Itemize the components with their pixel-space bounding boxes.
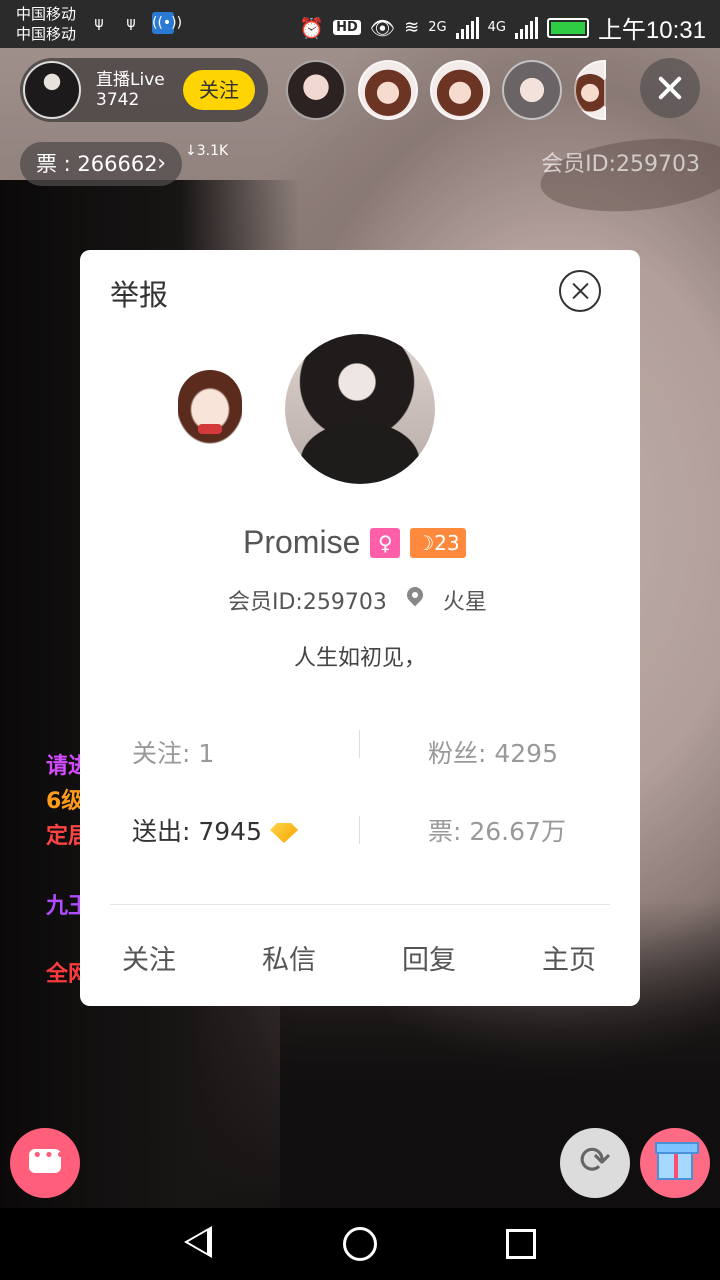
ticket-count-pill[interactable]: 票 : 266662 › bbox=[20, 142, 182, 186]
battery-icon bbox=[546, 17, 589, 38]
host-name: 直播Live bbox=[96, 70, 165, 90]
carrier-1: 中国移动 bbox=[16, 5, 77, 23]
chat-message: 6级 bbox=[46, 789, 84, 814]
recent-apps-icon[interactable] bbox=[506, 1229, 536, 1259]
homepage-button[interactable]: 主页 bbox=[542, 938, 596, 977]
network-4g: 4G bbox=[487, 20, 506, 35]
female-icon: ♀ bbox=[370, 527, 401, 558]
usb-icon: ψ bbox=[94, 15, 104, 31]
user-name: Promise bbox=[243, 524, 361, 560]
private-message-button[interactable]: 私信 bbox=[262, 938, 316, 977]
fans-count: 粉丝: 4295 bbox=[428, 739, 558, 768]
ticket-delta: ↓3.1K bbox=[185, 143, 229, 159]
report-button[interactable]: 举报 bbox=[110, 272, 168, 314]
user-name-row: Promise ♀ ☽23 bbox=[243, 524, 466, 561]
network-2g: 2G bbox=[428, 20, 447, 35]
ticket-count: 票 : 266662 bbox=[36, 152, 158, 176]
user-meta-row: 会员ID:259703 火星 bbox=[228, 584, 487, 616]
viewer-avatar[interactable] bbox=[286, 60, 346, 120]
guardian-badge-avatar bbox=[178, 370, 242, 446]
share-button[interactable] bbox=[560, 1128, 630, 1198]
chat-bubble-button[interactable] bbox=[10, 1128, 80, 1198]
level-badge: ☽23 bbox=[410, 527, 466, 558]
usb-icon: ψ bbox=[126, 15, 136, 31]
divider bbox=[359, 730, 360, 758]
following-count: 关注: 1 bbox=[132, 739, 215, 768]
sent-count-row: 送出: 7945 bbox=[132, 812, 298, 848]
hd-icon: HD bbox=[333, 20, 361, 35]
carrier-2: 中国移动 bbox=[16, 25, 77, 43]
host-avatar[interactable] bbox=[23, 61, 81, 119]
viewer-avatar-list bbox=[286, 60, 606, 120]
user-avatar[interactable] bbox=[285, 334, 435, 484]
back-icon[interactable] bbox=[184, 1226, 212, 1258]
follow-button[interactable]: 关注 bbox=[122, 938, 176, 977]
notification-icons: ψ ψ ((•)) bbox=[88, 12, 182, 34]
gift-icon bbox=[655, 1142, 699, 1180]
signal-1-icon bbox=[455, 16, 479, 39]
user-profile-card: 举报 Promise ♀ ☽23 会员ID:259703 火星 人生如初见， 关… bbox=[80, 250, 640, 1006]
status-bar: 中国移动 中国移动 ψ ψ ((•)) ⏰ HD 👁 ≋ 2G 4G 上午10:… bbox=[0, 0, 720, 48]
navigation-bar bbox=[0, 1208, 720, 1280]
divider bbox=[110, 904, 610, 905]
alarm-icon: ⏰ bbox=[299, 15, 325, 40]
location: 火星 bbox=[442, 590, 487, 615]
host-number: 3742 bbox=[96, 90, 140, 110]
clock: 上午10:31 bbox=[597, 17, 706, 44]
chevron-right-icon: › bbox=[157, 151, 166, 176]
ticket-total: 票: 26.67万 bbox=[428, 817, 566, 846]
sent-count: 送出: 7945 bbox=[132, 817, 262, 846]
divider bbox=[359, 816, 360, 844]
diamond-icon bbox=[270, 823, 298, 843]
wifi-icon: ≋ bbox=[404, 17, 420, 38]
user-bio: 人生如初见， bbox=[293, 646, 426, 671]
viewer-avatar[interactable] bbox=[574, 60, 606, 120]
host-info-pill[interactable]: 直播Live 3742 关注 bbox=[20, 58, 268, 122]
room-member-id: 会员ID:259703 bbox=[541, 152, 700, 177]
viewer-avatar[interactable] bbox=[430, 60, 490, 120]
eye-comfort-icon: 👁 bbox=[369, 15, 396, 40]
home-icon[interactable] bbox=[343, 1227, 377, 1261]
follow-host-button[interactable]: 关注 bbox=[183, 70, 255, 110]
signal-2-icon bbox=[514, 16, 538, 39]
viewer-avatar[interactable] bbox=[502, 60, 562, 120]
system-icons: ⏰ HD 👁 ≋ 2G 4G 上午10:31 bbox=[299, 10, 706, 45]
hotspot-icon: ((•)) bbox=[152, 12, 182, 34]
viewer-avatar[interactable] bbox=[358, 60, 418, 120]
close-live-button[interactable] bbox=[640, 58, 700, 118]
close-card-icon[interactable] bbox=[559, 270, 601, 312]
member-id: 会员ID:259703 bbox=[228, 590, 387, 615]
location-pin-icon bbox=[405, 587, 425, 613]
carrier-labels: 中国移动 中国移动 bbox=[16, 4, 76, 44]
gift-button[interactable] bbox=[640, 1128, 710, 1198]
reply-button[interactable]: 回复 bbox=[402, 938, 456, 977]
